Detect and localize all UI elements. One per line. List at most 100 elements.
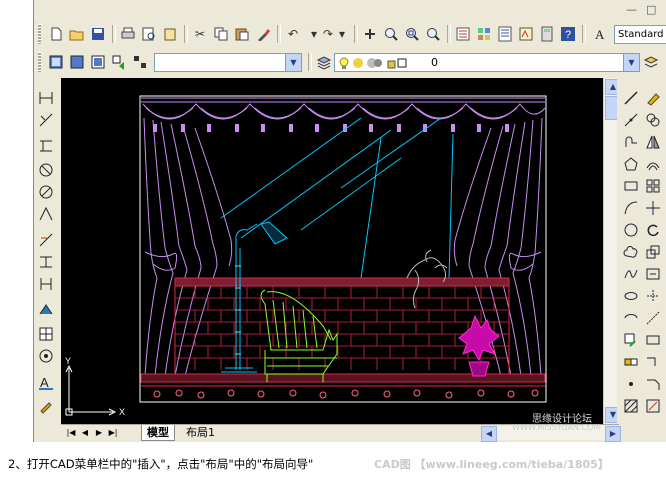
- text-style-icon[interactable]: A: [590, 24, 610, 44]
- array-icon[interactable]: [643, 176, 663, 196]
- circle-icon[interactable]: [621, 220, 641, 240]
- hatch-icon[interactable]: [621, 396, 641, 416]
- match-properties-icon[interactable]: [253, 24, 273, 44]
- circle-icon[interactable]: [36, 182, 56, 202]
- maximize-button[interactable]: □: [646, 3, 656, 16]
- line-icon[interactable]: [621, 88, 641, 108]
- design-center-icon[interactable]: [474, 24, 494, 44]
- extend-icon[interactable]: [643, 308, 663, 328]
- construction-line-icon[interactable]: [621, 110, 641, 130]
- hatch-icon[interactable]: [36, 300, 56, 320]
- dropdown-arrow-icon[interactable]: ▼: [285, 54, 301, 71]
- curtain-valance: [141, 97, 546, 120]
- open-icon[interactable]: [67, 24, 87, 44]
- standard-toolbar: ✂ ↶ ▾ ↷ ▾ ? A Standard: [36, 22, 666, 46]
- polygon-icon[interactable]: [621, 154, 641, 174]
- dimension-icon[interactable]: [36, 252, 56, 272]
- ellipse-icon[interactable]: [621, 286, 641, 306]
- spline-icon[interactable]: [621, 264, 641, 284]
- make-block-icon[interactable]: [621, 352, 641, 372]
- point-icon[interactable]: [36, 346, 56, 366]
- join-icon[interactable]: [643, 352, 663, 372]
- markup-icon[interactable]: [516, 24, 536, 44]
- toolbar-grip[interactable]: [38, 52, 41, 72]
- layers-toolbar: ▼ 0 ▼: [36, 50, 666, 74]
- dropdown-arrow-icon[interactable]: ▼: [623, 54, 639, 71]
- first-tab-icon[interactable]: |◀: [65, 427, 77, 439]
- copy-icon[interactable]: [211, 24, 231, 44]
- next-tab-icon[interactable]: ▶: [93, 427, 105, 439]
- pencil-icon[interactable]: [36, 396, 56, 416]
- copy-object-icon[interactable]: [643, 110, 663, 130]
- drawing-canvas[interactable]: Y X: [61, 78, 619, 424]
- help-icon[interactable]: ?: [558, 24, 578, 44]
- zoom-previous-icon[interactable]: [423, 24, 443, 44]
- line-icon[interactable]: [36, 88, 56, 108]
- caption-text: 2、打开CAD菜单栏中的"插入"，点击"布局"中的"布局向导": [8, 457, 314, 471]
- revision-cloud-icon[interactable]: [621, 242, 641, 262]
- ellipse-arc-icon[interactable]: [621, 308, 641, 328]
- title-bar: — □: [34, 0, 666, 23]
- layer-previous-icon[interactable]: [641, 52, 661, 72]
- calculator-icon[interactable]: [537, 24, 557, 44]
- watermark: CAD图 【www.lineeg.com/tieba/1805】: [374, 458, 609, 471]
- toolbar-grip[interactable]: [38, 24, 41, 44]
- stretch-icon[interactable]: [643, 264, 663, 284]
- circle-icon[interactable]: [36, 160, 56, 180]
- layer-combo[interactable]: 0 ▼: [334, 53, 640, 72]
- rotate-icon[interactable]: [643, 220, 663, 240]
- insert-block-icon[interactable]: [621, 330, 641, 350]
- properties-icon[interactable]: [453, 24, 473, 44]
- plot-preview-icon[interactable]: [139, 24, 159, 44]
- zoom-window-icon[interactable]: [402, 24, 422, 44]
- save-icon[interactable]: [88, 24, 108, 44]
- arc-icon[interactable]: [621, 198, 641, 218]
- chamfer-icon[interactable]: [643, 374, 663, 394]
- paste-icon[interactable]: [232, 24, 252, 44]
- polyline-icon[interactable]: [36, 136, 56, 156]
- tab-layout1[interactable]: 布局1: [181, 425, 220, 440]
- new-icon[interactable]: [46, 24, 66, 44]
- zoom-realtime-icon[interactable]: [381, 24, 401, 44]
- tab-model[interactable]: 模型: [141, 425, 175, 441]
- workspace-icon[interactable]: [130, 52, 150, 72]
- left-curtain: [143, 117, 233, 377]
- minimize-button[interactable]: —: [626, 3, 637, 16]
- workspace-icon[interactable]: [88, 52, 108, 72]
- dimension-icon[interactable]: [36, 274, 56, 294]
- arc-icon[interactable]: [36, 204, 56, 224]
- scale-icon[interactable]: [643, 242, 663, 262]
- polyline-icon[interactable]: [621, 132, 641, 152]
- trim-icon[interactable]: [643, 286, 663, 306]
- scroll-left-icon[interactable]: ◀: [481, 426, 497, 442]
- dropdown-icon[interactable]: ▾: [332, 24, 352, 44]
- rectangle-icon[interactable]: [621, 176, 641, 196]
- move-icon[interactable]: [643, 198, 663, 218]
- offset-icon[interactable]: [643, 154, 663, 174]
- prev-tab-icon[interactable]: ◀: [79, 427, 91, 439]
- fillet-icon[interactable]: [643, 396, 663, 416]
- table-icon[interactable]: [36, 324, 56, 344]
- cut-icon[interactable]: ✂: [190, 24, 210, 44]
- construction-line-icon[interactable]: [36, 110, 56, 130]
- workspace-icon[interactable]: [67, 52, 87, 72]
- plot-icon[interactable]: [118, 24, 138, 44]
- break-icon[interactable]: [643, 330, 663, 350]
- scroll-right-icon[interactable]: ▶: [605, 426, 621, 442]
- workspace-icon[interactable]: [46, 52, 66, 72]
- mirror-icon[interactable]: [643, 132, 663, 152]
- undo-icon[interactable]: ↶: [283, 24, 303, 44]
- tool-palettes-icon[interactable]: [495, 24, 515, 44]
- workspace-combo[interactable]: ▼: [154, 53, 302, 72]
- workspace-icon[interactable]: [109, 52, 129, 72]
- layer-manager-icon[interactable]: [314, 52, 334, 72]
- text-icon[interactable]: A: [36, 372, 56, 392]
- erase-icon[interactable]: [643, 88, 663, 108]
- dimension-icon[interactable]: [36, 230, 56, 250]
- svg-text:A: A: [595, 27, 605, 42]
- last-tab-icon[interactable]: ▶|: [107, 427, 119, 439]
- pan-icon[interactable]: [360, 24, 380, 44]
- text-style-combo[interactable]: Standard: [614, 25, 666, 44]
- point-icon[interactable]: [621, 374, 641, 394]
- publish-icon[interactable]: [160, 24, 180, 44]
